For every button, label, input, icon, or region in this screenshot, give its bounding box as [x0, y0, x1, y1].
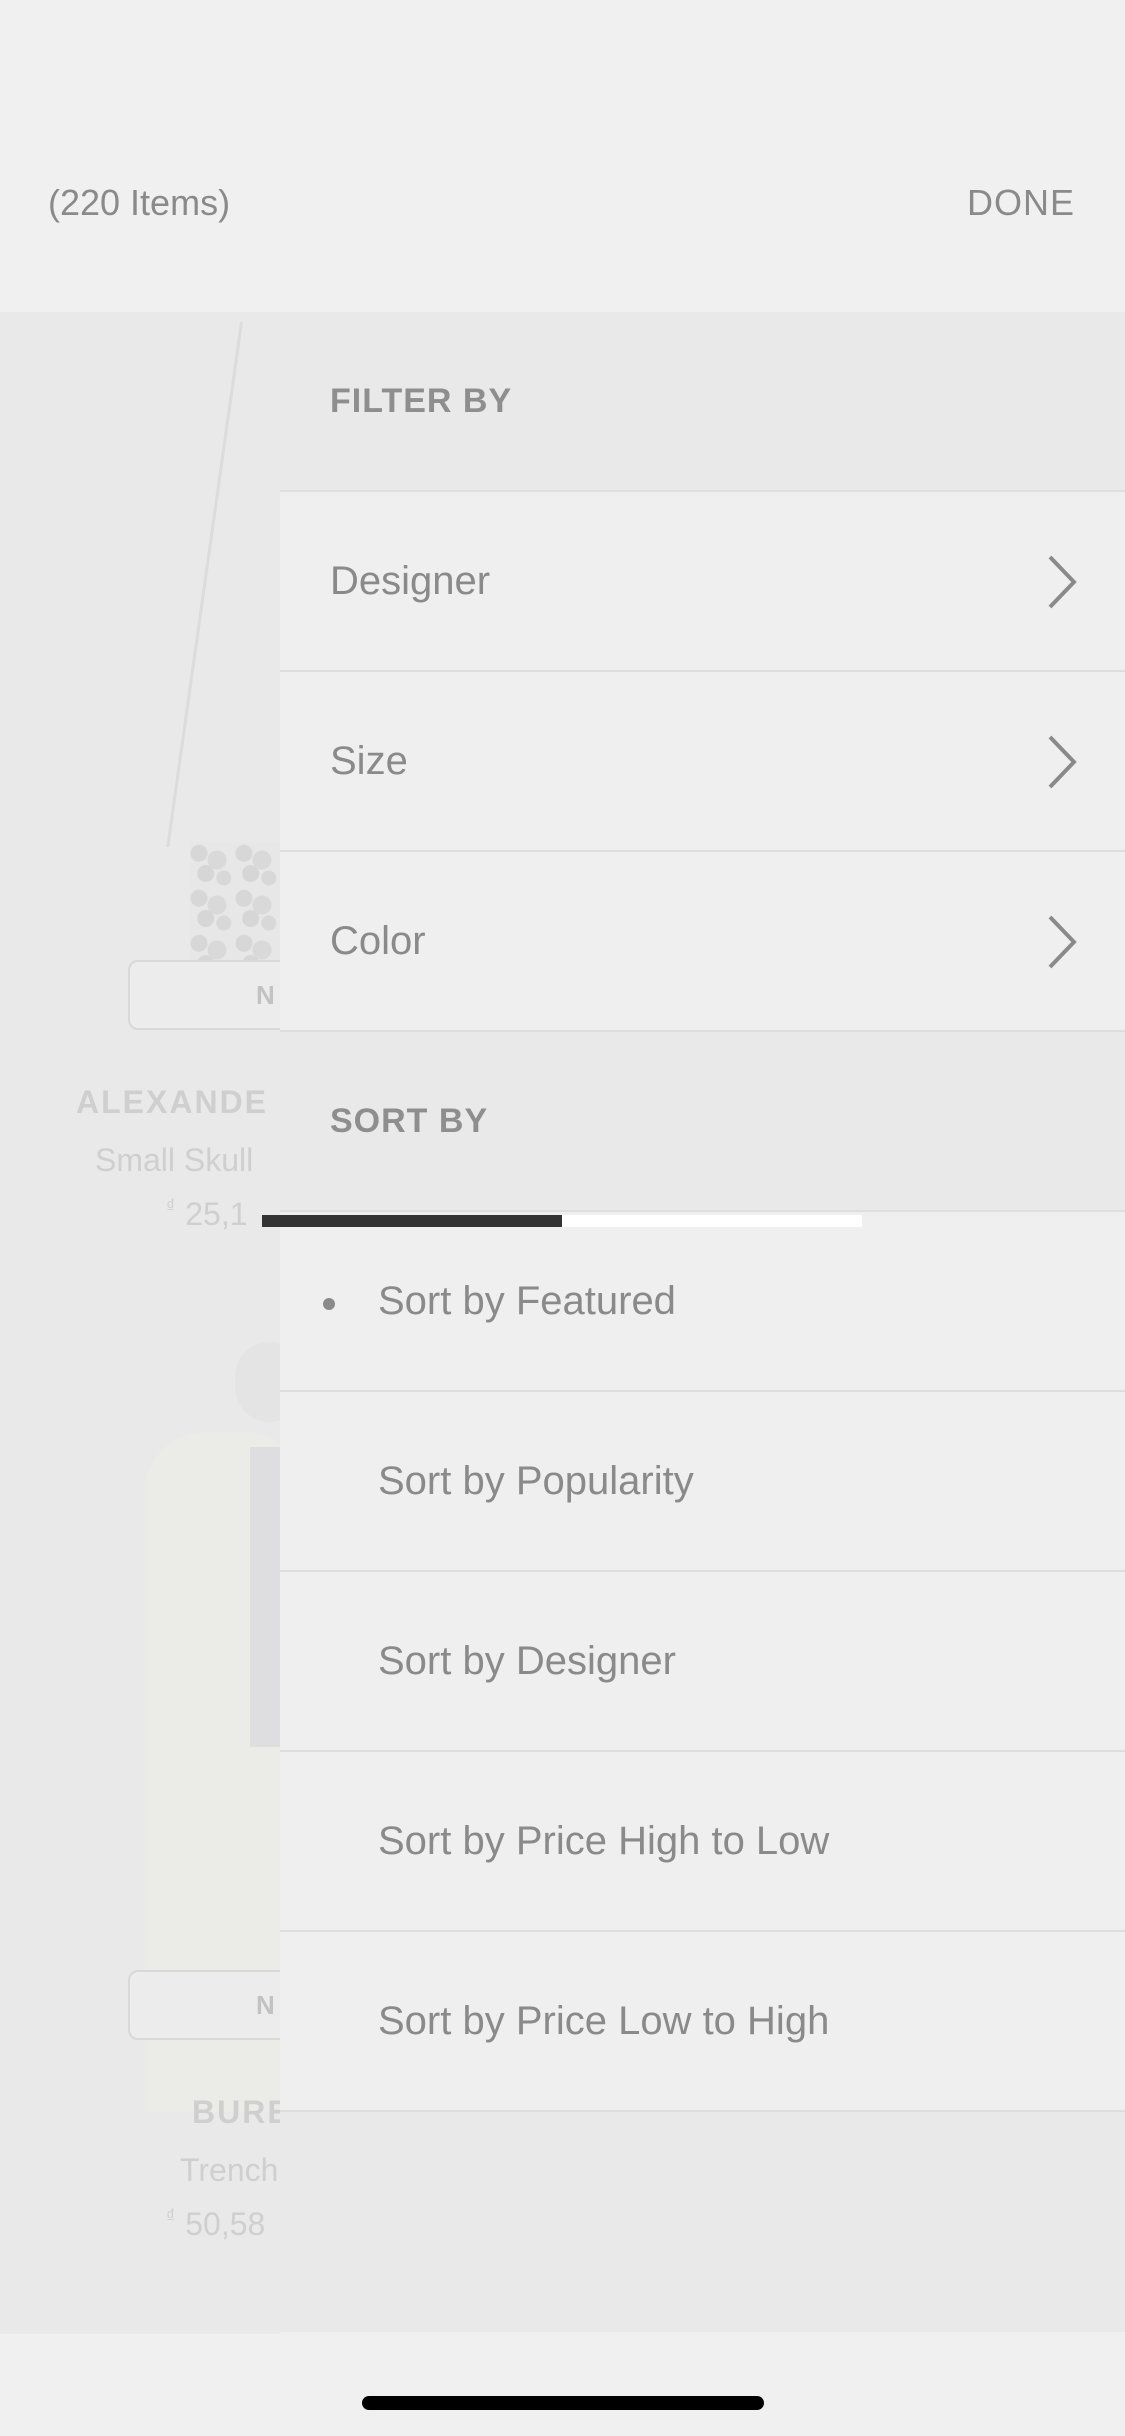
filter-item-color[interactable]: Color: [280, 852, 1125, 1032]
price-value: 25,1: [185, 1196, 248, 1232]
panel-empty-area: [280, 2112, 1125, 2332]
currency-symbol: ₫: [166, 2206, 176, 2226]
item-count: (220 Items): [48, 182, 231, 223]
product-card[interactable]: N BURE Trench ₫ 50,58: [0, 1322, 328, 2272]
price-value: 50,58: [185, 2206, 266, 2242]
sort-option-label: Sort by Popularity: [378, 1458, 694, 1503]
product-brand: BURE: [192, 2094, 291, 2130]
filter-item-label: Size: [330, 738, 408, 783]
product-price: ₫ 25,1: [166, 1196, 248, 1233]
sort-option-label: Sort by Price Low to High: [378, 1998, 830, 2043]
sort-option-popularity[interactable]: Sort by Popularity: [280, 1392, 1125, 1572]
loading-progress-fill: [262, 1215, 562, 1227]
product-name: Trench: [180, 2152, 279, 2188]
chevron-right-icon: [1048, 735, 1077, 789]
chevron-right-icon: [1048, 555, 1077, 609]
selected-bullet-icon: [323, 1298, 335, 1310]
top-bar: (220 Items) DONE: [0, 0, 1125, 312]
sort-option-designer[interactable]: Sort by Designer: [280, 1572, 1125, 1752]
screen: (220 Items) DONE N ALEXANDE Small Skull …: [0, 0, 1125, 2436]
product-name: Small Skull: [95, 1142, 254, 1178]
product-price: ₫ 50,58: [166, 2206, 265, 2243]
product-card[interactable]: N ALEXANDE Small Skull ₫ 25,1: [0, 312, 328, 1262]
sort-option-price-low-high[interactable]: Sort by Price Low to High: [280, 1932, 1125, 2112]
chevron-right-icon: [1048, 915, 1077, 969]
sort-option-price-high-low[interactable]: Sort by Price High to Low: [280, 1752, 1125, 1932]
currency-symbol: ₫: [166, 1196, 176, 1216]
bottom-safe-area: [0, 2334, 1125, 2436]
filter-by-header: FILTER BY: [280, 312, 1125, 492]
sort-option-featured[interactable]: Sort by Featured: [280, 1212, 1125, 1392]
filter-item-size[interactable]: Size: [280, 672, 1125, 852]
filter-item-label: Color: [330, 918, 426, 963]
loading-progress-bar: [262, 1215, 862, 1227]
sort-option-label: Sort by Price High to Low: [378, 1818, 830, 1863]
sort-option-label: Sort by Featured: [378, 1278, 676, 1323]
done-button[interactable]: DONE: [967, 182, 1075, 224]
filter-panel: FILTER BY Designer Size Color SORT BY So…: [280, 312, 1125, 2334]
filter-item-designer[interactable]: Designer: [280, 492, 1125, 672]
sort-option-label: Sort by Designer: [378, 1638, 676, 1683]
sort-by-header: SORT BY: [280, 1032, 1125, 1212]
home-indicator[interactable]: [362, 2396, 764, 2410]
product-brand: ALEXANDE: [76, 1084, 269, 1120]
filter-item-label: Designer: [330, 558, 491, 603]
